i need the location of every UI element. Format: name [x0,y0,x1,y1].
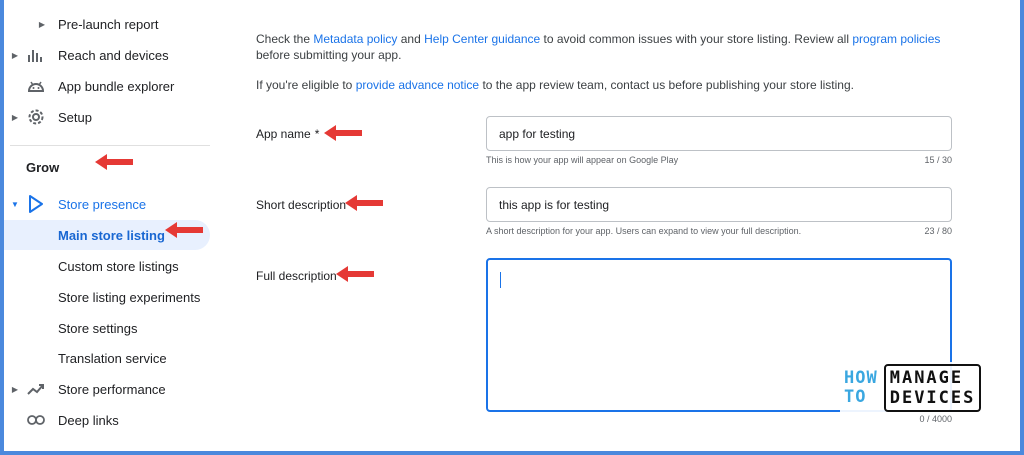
expand-caret-icon[interactable]: ▶ [10,112,20,122]
text-cursor [500,272,501,288]
notice-text-2: to the app review team, contact us befor… [479,78,854,92]
logo-to-text: TO [844,387,867,407]
sidebar-divider [10,145,210,146]
logo-manage-text: MANAGE [889,368,964,388]
sidebar-item-translation-service[interactable]: Translation service [4,343,210,373]
sidebar-item-label: Translation service [58,350,167,366]
provide-advance-notice-link[interactable]: provide advance notice [356,78,479,92]
annotation-arrow-grow [95,154,133,170]
help-center-guidance-link[interactable]: Help Center guidance [424,32,540,46]
sidebar-item-label: Deep links [58,412,119,428]
sidebar-item-label: Store presence [58,196,147,212]
chevron-down-icon[interactable]: ▼ [10,199,20,209]
sidebar-item-label: Store performance [58,381,166,397]
short-description-input[interactable]: this app is for testing [486,187,952,222]
gear-icon [26,107,46,127]
trending-up-icon [26,379,46,399]
metadata-policy-link[interactable]: Metadata policy [313,32,397,46]
caret-right-icon: ▶ [38,19,46,29]
annotation-arrow-main-store-listing [165,222,203,238]
sidebar-item-label: Store settings [58,320,138,336]
annotation-arrow-short-description [345,195,383,211]
bar-chart-icon [26,45,46,65]
sidebar-item-store-listing-experiments[interactable]: Store listing experiments [4,282,210,312]
sidebar-item-deep-links[interactable]: Deep links [4,405,210,435]
notice-text-1: If you're eligible to [256,78,356,92]
short-description-helper: A short description for your app. Users … [486,226,802,236]
app-name-label: App name * [256,127,319,141]
how-to-manage-devices-logo: HOW TO MANAGE DEVICES [840,362,995,414]
app-name-input[interactable]: app for testing [486,116,952,151]
screenshot-frame: ▶ Pre-launch report ▶ Reach and devices … [4,0,1020,451]
logo-left-block: HOW TO [844,369,878,407]
sidebar-item-reach-and-devices[interactable]: ▶ Reach and devices [4,40,210,70]
sidebar-item-app-bundle-explorer[interactable]: App bundle explorer [4,71,210,101]
app-name-helper: This is how your app will appear on Goog… [486,155,679,165]
policy-intro-text: Check the Metadata policy and Help Cente… [256,31,946,63]
expand-caret-icon[interactable]: ▶ [10,50,20,60]
intro-text-2: and [397,32,425,46]
intro-text-1: Check the [256,32,314,46]
program-policies-link[interactable]: program policies [852,32,940,46]
play-triangle-icon [26,194,46,214]
sidebar-item-store-settings[interactable]: Store settings [4,313,210,343]
annotation-arrow-full-description [336,266,374,282]
required-mark: * [314,127,320,141]
android-icon [26,76,46,96]
full-description-label: Full description [256,269,337,283]
link-icon [26,410,46,430]
sidebar-item-label: Pre-launch report [58,16,159,32]
sidebar-item-label: Reach and devices [58,47,169,63]
logo-right-block: MANAGE DEVICES [883,364,982,412]
intro-text-3: to avoid common issues with your store l… [540,32,853,46]
logo-how-text: HOW [844,368,878,388]
short-description-counter: 23 / 80 [924,226,952,236]
sidebar-item-setup[interactable]: ▶ Setup [4,102,210,132]
app-name-label-text: App name [256,127,311,141]
sidebar-item-label: Main store listing [58,227,165,243]
intro-text-4: before submitting your app. [256,48,402,62]
sidebar-item-label: App bundle explorer [58,78,175,94]
sidebar-section-title: Grow [26,160,60,175]
expand-caret-icon[interactable]: ▶ [10,384,20,394]
advance-notice-text: If you're eligible to provide advance no… [256,77,946,93]
logo-devices-text: DEVICES [889,388,976,408]
app-name-counter: 15 / 30 [924,155,952,165]
sidebar-item-label: Custom store listings [58,258,179,274]
sidebar-item-store-performance[interactable]: ▶ Store performance [4,374,210,404]
full-description-counter: 0 / 4000 [919,414,952,424]
sidebar-item-custom-store-listings[interactable]: Custom store listings [4,251,210,281]
sidebar-item-label: Store listing experiments [58,289,201,305]
sidebar-item-pre-launch-report[interactable]: ▶ Pre-launch report [4,9,210,39]
sidebar-item-label: Setup [58,109,92,125]
annotation-arrow-app-name [324,125,362,141]
sidebar-item-store-presence[interactable]: ▼ Store presence [4,189,210,219]
short-description-label: Short description [256,198,347,212]
